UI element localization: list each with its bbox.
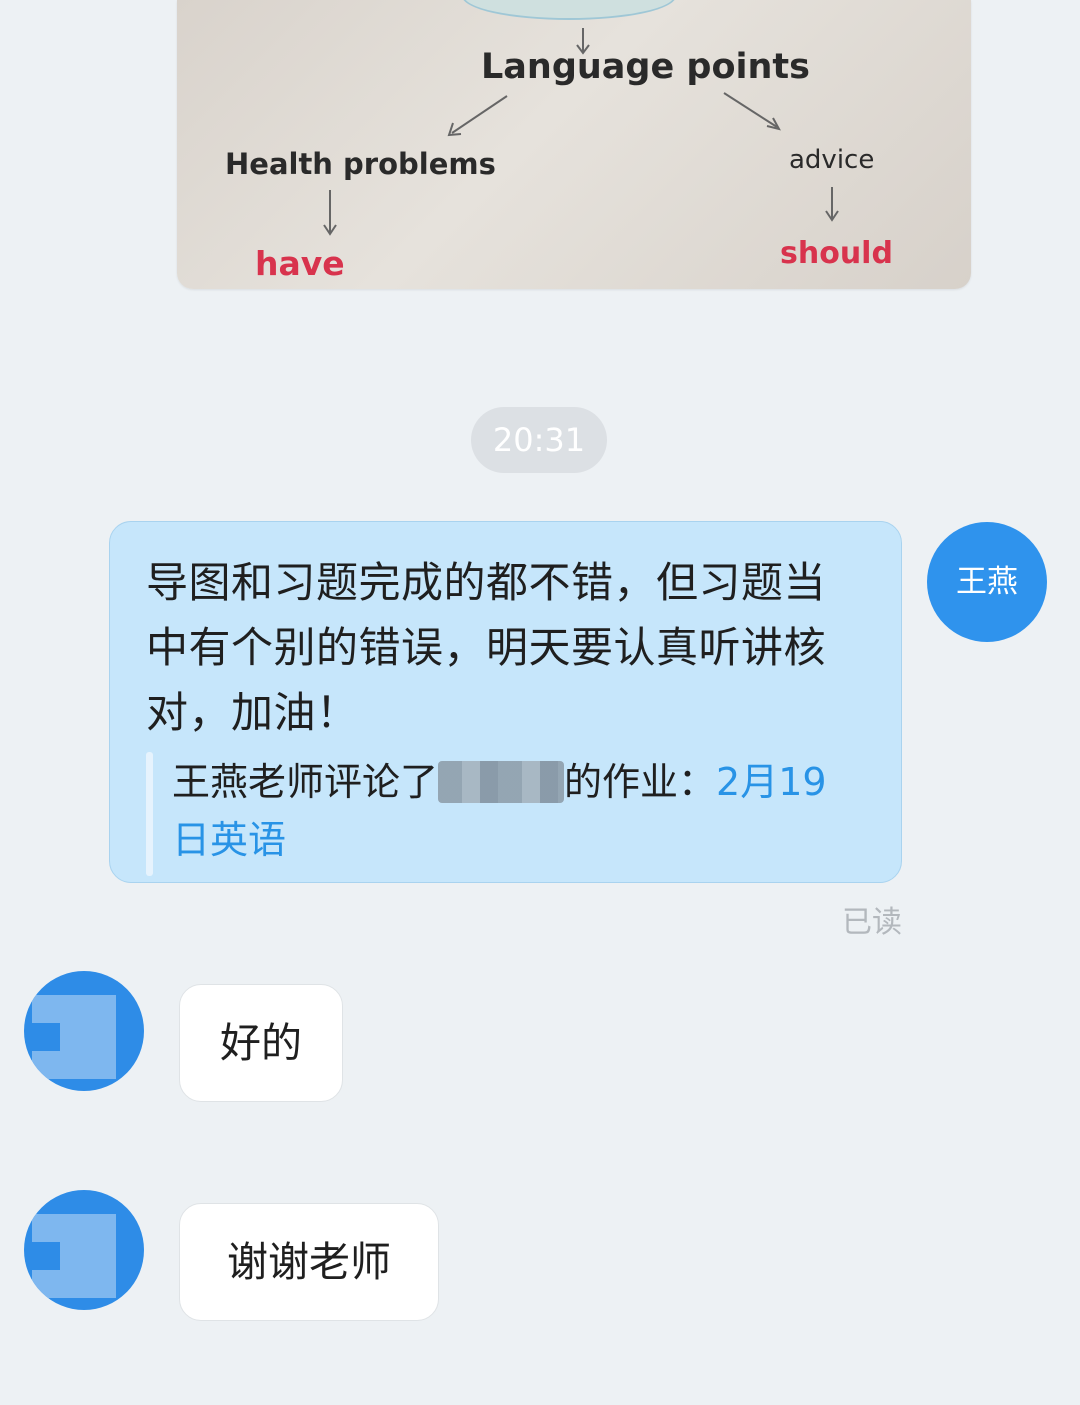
advice-label: advice bbox=[789, 145, 875, 175]
received-message-2[interactable]: 谢谢老师 bbox=[179, 1203, 439, 1321]
received-message-1[interactable]: 好的 bbox=[179, 984, 343, 1102]
shared-image[interactable]: Language points Health problems advice h… bbox=[177, 0, 971, 289]
timestamp-pill: 20:31 bbox=[471, 407, 607, 473]
have-label: have bbox=[255, 244, 345, 283]
sender-avatar[interactable]: 王燕 bbox=[927, 522, 1047, 642]
quote-middle: 的作业： bbox=[564, 760, 717, 804]
received-avatar-1[interactable] bbox=[24, 971, 144, 1091]
quote-prefix: 王燕老师评论了 bbox=[172, 760, 439, 804]
language-points-label: Language points bbox=[481, 47, 810, 87]
read-status: 已读 bbox=[842, 905, 902, 940]
homework-comment-quote[interactable]: 王燕老师评论了 的作业：2月19日英语 bbox=[172, 753, 852, 869]
quote-bar bbox=[146, 752, 153, 876]
sent-message-text: 导图和习题完成的都不错，但习题当中有个别的错误，明天要认真听讲核对，加油！ bbox=[146, 558, 827, 737]
health-problems-label: Health problems bbox=[225, 147, 496, 181]
should-label: should bbox=[780, 236, 893, 271]
blurred-student-name bbox=[438, 761, 565, 803]
sent-message-bubble[interactable]: 导图和习题完成的都不错，但习题当中有个别的错误，明天要认真听讲核对，加油！ 王燕… bbox=[109, 521, 902, 883]
received-avatar-2[interactable] bbox=[24, 1190, 144, 1310]
